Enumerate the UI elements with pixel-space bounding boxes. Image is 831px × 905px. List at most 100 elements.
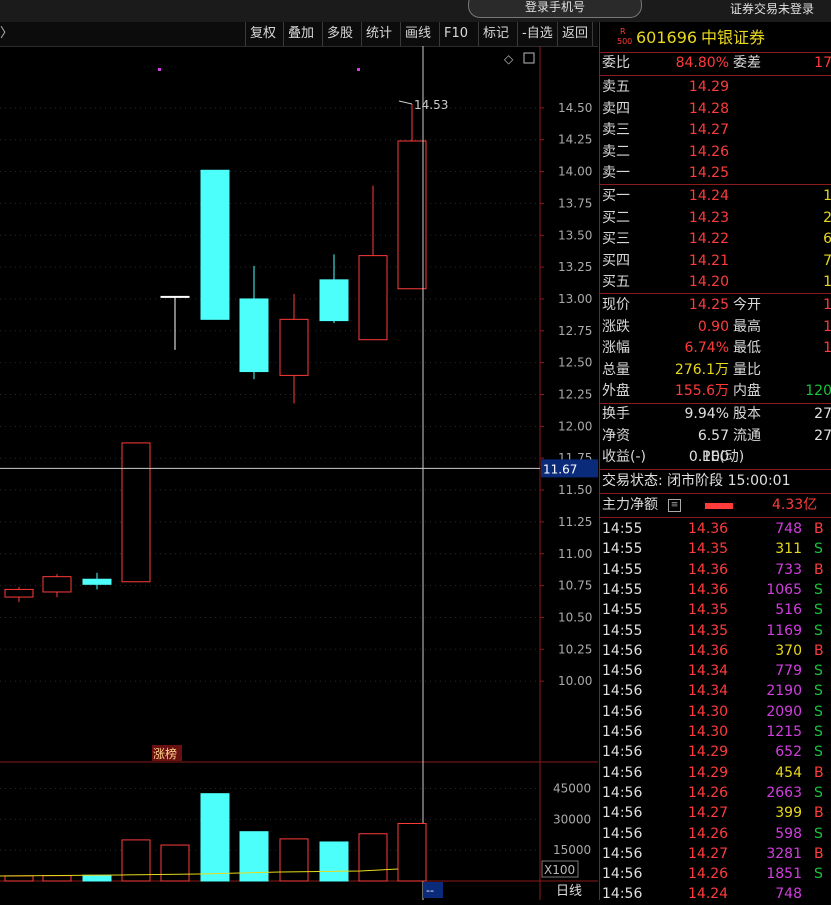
tick-price: 14.27 — [688, 845, 729, 862]
tick-price: 14.30 — [688, 724, 729, 740]
tick-volume: 779 — [775, 663, 802, 680]
toolbar-statistics-button[interactable]: 统计 — [361, 22, 396, 46]
chevron-left-icon[interactable]: 〉 — [0, 22, 13, 46]
order-book-price: 14.29 — [688, 79, 729, 95]
order-book-price: 14.24 — [688, 188, 729, 204]
volume-bar — [319, 841, 349, 882]
tick-side: B — [814, 561, 824, 578]
tick-time: 14:56 — [602, 805, 643, 822]
trade-login-status[interactable]: 证券交易未登录 — [730, 0, 814, 18]
toolbar-draw-line-button[interactable]: 画线 — [400, 22, 435, 46]
main-flow-row: 主力净额 ≡ 4.33亿 — [600, 495, 831, 517]
order-book-row: 卖五 14.29 — [600, 77, 831, 99]
tick-price: 14.36 — [688, 642, 729, 659]
tick-time: 14:55 — [602, 521, 643, 537]
order-book-price: 14.26 — [688, 143, 729, 160]
stat-value: 276.1万 — [674, 361, 729, 378]
stat-value: 9.94% — [684, 406, 729, 422]
bottom-date-label: -- — [426, 884, 434, 897]
order-book-price: 14.23 — [688, 209, 729, 226]
stat-label: 换手 — [602, 406, 630, 422]
price-tick-label: 10.50 — [558, 610, 592, 624]
tick-side: S — [814, 784, 823, 801]
order-book-price: 14.22 — [688, 231, 729, 248]
tick-row: 14:56 14.24 748 — [600, 884, 831, 904]
tick-volume: 399 — [775, 805, 802, 822]
kline-chart[interactable]: 14.50 14.25 14.00 13.75 13.50 13.25 13.00 12.75… — [0, 46, 598, 900]
candle-body — [358, 255, 388, 341]
quote-stat-row: 涨跌 0.90 最高 1 — [600, 317, 831, 339]
quote-stat-row: 涨幅 6.74% 最低 1 — [600, 338, 831, 360]
tick-row: 14:56 14.26 598 S — [600, 824, 831, 844]
panel-toggle-icon — [523, 52, 535, 64]
order-book-volume: 1 — [823, 274, 831, 291]
tick-volume: 1169 — [766, 622, 802, 639]
tick-volume: 733 — [775, 561, 802, 578]
toolbar-f10-button[interactable]: F10 — [439, 22, 472, 46]
tick-price: 14.29 — [688, 744, 729, 761]
tick-time: 14:56 — [602, 703, 643, 720]
tick-volume: 1215 — [766, 724, 802, 740]
tick-time: 14:56 — [602, 683, 643, 700]
stat-label: 现价 — [602, 297, 630, 313]
main-flow-label: 主力净额 — [602, 497, 658, 513]
order-book-label: 卖二 — [602, 143, 630, 160]
stat-value-secondary: 27 — [814, 427, 831, 444]
pe-label: PE(动) — [702, 449, 745, 465]
price-tick-label: 10.00 — [558, 674, 592, 688]
order-book-row: 买二 14.23 2 — [600, 208, 831, 230]
weicha-value: 17 — [814, 55, 831, 71]
tick-row: 14:56 14.26 2663 S — [600, 783, 831, 803]
tick-volume: 652 — [775, 744, 802, 761]
tick-side: B — [814, 642, 824, 659]
tick-price: 14.35 — [688, 622, 729, 639]
stat-value: 6.74% — [684, 340, 729, 357]
tick-time: 14:55 — [602, 541, 643, 558]
toolbar-overlay-button[interactable]: 叠加 — [283, 22, 318, 46]
price-tick-label: 12.75 — [558, 324, 592, 338]
trade-status: 交易状态: 闭市阶段 15:00:01 — [602, 473, 791, 489]
candle-body — [279, 318, 309, 376]
order-book-price: 14.20 — [688, 274, 729, 291]
market-badge-bottom: 500 — [617, 37, 633, 46]
login-phone-button[interactable]: 登录手机号 — [468, 0, 642, 18]
order-book-row: 卖四 14.28 — [600, 99, 831, 121]
period-selector[interactable]: 日线 — [556, 884, 582, 899]
toolbar-mark-button[interactable]: 标记 — [478, 22, 513, 46]
tick-time: 14:56 — [602, 724, 643, 740]
tick-row: 14:56 14.36 370 B — [600, 641, 831, 661]
tick-side: S — [814, 703, 823, 720]
order-book-row: 买三 14.22 6 — [600, 229, 831, 251]
price-tick-label: 10.75 — [558, 579, 592, 593]
toolbar-remove-watchlist-button[interactable]: -自选 — [517, 22, 557, 46]
stat-label-secondary: 最高 — [733, 318, 761, 335]
stat-value-secondary: 1 — [823, 297, 831, 313]
tick-price: 14.34 — [688, 663, 729, 680]
tick-price: 14.29 — [688, 764, 729, 781]
tick-time: 14:55 — [602, 602, 643, 619]
tick-time: 14:56 — [602, 845, 643, 862]
tick-volume: 2190 — [766, 683, 802, 700]
tick-volume: 1851 — [766, 866, 802, 883]
price-tick-label: 12.00 — [558, 419, 592, 433]
volume-tick-label: 15000 — [553, 843, 591, 857]
market-badge-top: R — [620, 27, 626, 36]
candle-body — [239, 298, 269, 373]
tick-time: 14:56 — [602, 784, 643, 801]
toolbar-restore-rights-button[interactable]: 复权 — [245, 22, 280, 46]
tick-side: S — [814, 683, 823, 700]
stat-value-secondary: 27 — [814, 406, 831, 422]
tick-volume: 748 — [775, 521, 802, 537]
tick-side: S — [814, 541, 823, 558]
order-book-volume: 2 — [823, 209, 831, 226]
tick-volume: 2663 — [766, 784, 802, 801]
tick-side: B — [814, 845, 824, 862]
list-icon[interactable]: ≡ — [668, 499, 681, 512]
tick-price: 14.35 — [688, 602, 729, 619]
price-tick-label: 14.50 — [558, 101, 592, 115]
order-book-label: 卖四 — [602, 100, 630, 117]
tick-row: 14:56 14.30 1215 S — [600, 722, 831, 742]
toolbar-multi-stock-button[interactable]: 多股 — [322, 22, 357, 46]
quote-panel: R 500 601696 中银证券 委比 84.80% 委差 17 卖五 14.2… — [599, 22, 831, 902]
toolbar-back-button[interactable]: 返回 — [557, 22, 594, 46]
